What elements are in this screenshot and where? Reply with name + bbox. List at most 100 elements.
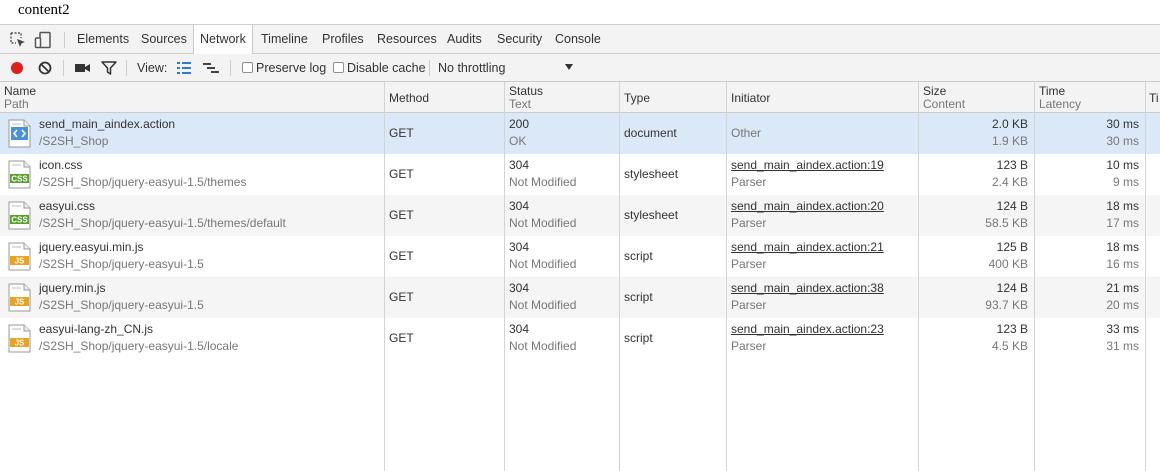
cell-size: 124 B 93.7 KB [919,277,1034,318]
content-size: 400 KB [988,257,1028,271]
column-header-time[interactable]: Time Latency [1035,82,1145,112]
svg-text:CSS: CSS [11,216,28,225]
status-text: Not Modified [509,175,577,189]
content-size: 93.7 KB [985,298,1028,312]
cell-name: CSS icon.css/S2SH_Shop/jquery-easyui-1.5/… [0,154,384,195]
tab-profiles[interactable]: Profiles [316,25,370,54]
cell-method: GET [385,277,504,318]
request-method: GET [389,167,414,181]
cell-initiator: Other [727,113,918,154]
status-text: OK [509,134,527,148]
initiator-text: Other [731,126,762,140]
status-text: Not Modified [509,216,577,230]
cell-time: 18 ms 17 ms [1035,195,1145,236]
table-row[interactable]: CSS easyui.css/S2SH_Shop/jquery-easyui-1.… [0,195,1160,236]
cell-initiator: send_main_aindex.action:38 Parser [727,277,918,318]
column-header-method[interactable]: Method [385,82,504,112]
filter-icon[interactable] [100,59,118,77]
request-path: /S2SH_Shop/jquery-easyui-1.5/themes [39,175,247,189]
tab-sources[interactable]: Sources [135,25,193,54]
cell-status: 304 Not Modified [505,277,619,318]
throttling-select[interactable]: No throttling [434,56,580,78]
status-code: 304 [509,322,530,336]
preserve-log-label: Preserve log [256,61,327,75]
capture-screenshots-icon[interactable] [73,59,91,77]
overview-waterfall-icon[interactable] [202,59,220,77]
resource-type: script [624,290,653,304]
table-row[interactable]: CSS icon.css/S2SH_Shop/jquery-easyui-1.5/… [0,154,1160,195]
disable-cache-checkbox[interactable] [333,62,344,73]
tab-audits[interactable]: Audits [441,25,488,54]
column-header-size[interactable]: Size Content [919,82,1034,112]
cell-method: GET [385,318,504,359]
column-header-type[interactable]: Type [620,82,726,112]
initiator-link[interactable]: send_main_aindex.action:23 [731,322,884,336]
resource-type: document [624,126,677,140]
tab-timeline[interactable]: Timeline [255,25,314,54]
css-file-icon: CSS [8,201,31,230]
tab-resources[interactable]: Resources [371,25,443,54]
table-row[interactable]: JS jquery.min.js/S2SH_Shop/jquery-easyui-… [0,277,1160,318]
table-row[interactable]: send_main_aindex.action/S2SH_Shop GET 200 O… [0,113,1160,154]
preserve-log-checkbox[interactable] [242,62,253,73]
initiator-link[interactable]: send_main_aindex.action:20 [731,199,884,213]
tab-security[interactable]: Security [491,25,548,54]
initiator-link[interactable]: send_main_aindex.action:19 [731,158,884,172]
request-path: /S2SH_Shop/jquery-easyui-1.5/locale [39,339,239,353]
content-size: 58.5 KB [985,216,1028,230]
cell-name: send_main_aindex.action/S2SH_Shop [0,113,384,154]
cell-time: 33 ms 31 ms [1035,318,1145,359]
table-header: Name Path Method Status Text Type Initia… [0,82,1160,113]
tab-console[interactable]: Console [549,25,607,54]
initiator-type: Parser [731,257,767,271]
toolbar-separator [230,60,231,76]
column-divider [726,82,727,471]
js-file-icon: JS [8,242,31,271]
column-header-sublabel: Path [4,97,29,111]
record-icon[interactable] [8,59,26,77]
column-header-name[interactable]: Name Path [0,82,384,112]
cell-method: GET [385,113,504,154]
clear-icon[interactable] [36,59,54,77]
tab-elements[interactable]: Elements [71,25,135,54]
network-request-table: Name Path Method Status Text Type Initia… [0,82,1160,471]
request-method: GET [389,126,414,140]
disable-cache-label: Disable cache [347,61,426,75]
cell-initiator: send_main_aindex.action:21 Parser [727,236,918,277]
initiator-type: Parser [731,298,767,312]
device-mode-icon[interactable] [34,31,52,49]
request-latency: 30 ms [1106,134,1139,148]
request-time: 21 ms [1106,281,1139,295]
column-header-label: Initiator [731,91,771,105]
column-divider [384,82,385,471]
table-row[interactable]: JS easyui-lang-zh_CN.js/S2SH_Shop/jquery-… [0,318,1160,359]
cell-initiator: send_main_aindex.action:23 Parser [727,318,918,359]
dropdown-arrow-icon [565,64,573,70]
request-latency: 20 ms [1106,298,1139,312]
tab-network[interactable]: Network [193,25,253,55]
cell-status: 304 Not Modified [505,236,619,277]
initiator-link[interactable]: send_main_aindex.action:38 [731,281,884,295]
cell-name: JS jquery.min.js/S2SH_Shop/jquery-easyui-… [0,277,384,318]
large-rows-icon[interactable] [175,59,193,77]
cell-method: GET [385,154,504,195]
column-header-initiator[interactable]: Initiator [727,82,918,112]
cell-initiator: send_main_aindex.action:19 Parser [727,154,918,195]
column-header-label: Name [4,84,37,98]
column-header-sublabel: Text [509,97,532,111]
inspect-element-icon[interactable] [9,31,27,49]
cell-status: 200 OK [505,113,619,154]
cell-type: document [620,113,726,154]
table-row[interactable]: JS jquery.easyui.min.js/S2SH_Shop/jquery-… [0,236,1160,277]
content-size: 2.4 KB [991,175,1028,189]
request-path: /S2SH_Shop/jquery-easyui-1.5 [39,257,204,271]
cell-name: JS jquery.easyui.min.js/S2SH_Shop/jquery-… [0,236,384,277]
initiator-link[interactable]: send_main_aindex.action:21 [731,240,884,254]
cell-size: 123 B 4.5 KB [919,318,1034,359]
cell-name: JS easyui-lang-zh_CN.js/S2SH_Shop/jquery-… [0,318,384,359]
column-header-timeline[interactable]: Ti [1146,82,1160,112]
content-size: 1.9 KB [991,134,1028,148]
svg-text:CSS: CSS [11,175,28,184]
column-header-status[interactable]: Status Text [505,82,619,112]
transfer-size: 124 B [996,199,1028,213]
